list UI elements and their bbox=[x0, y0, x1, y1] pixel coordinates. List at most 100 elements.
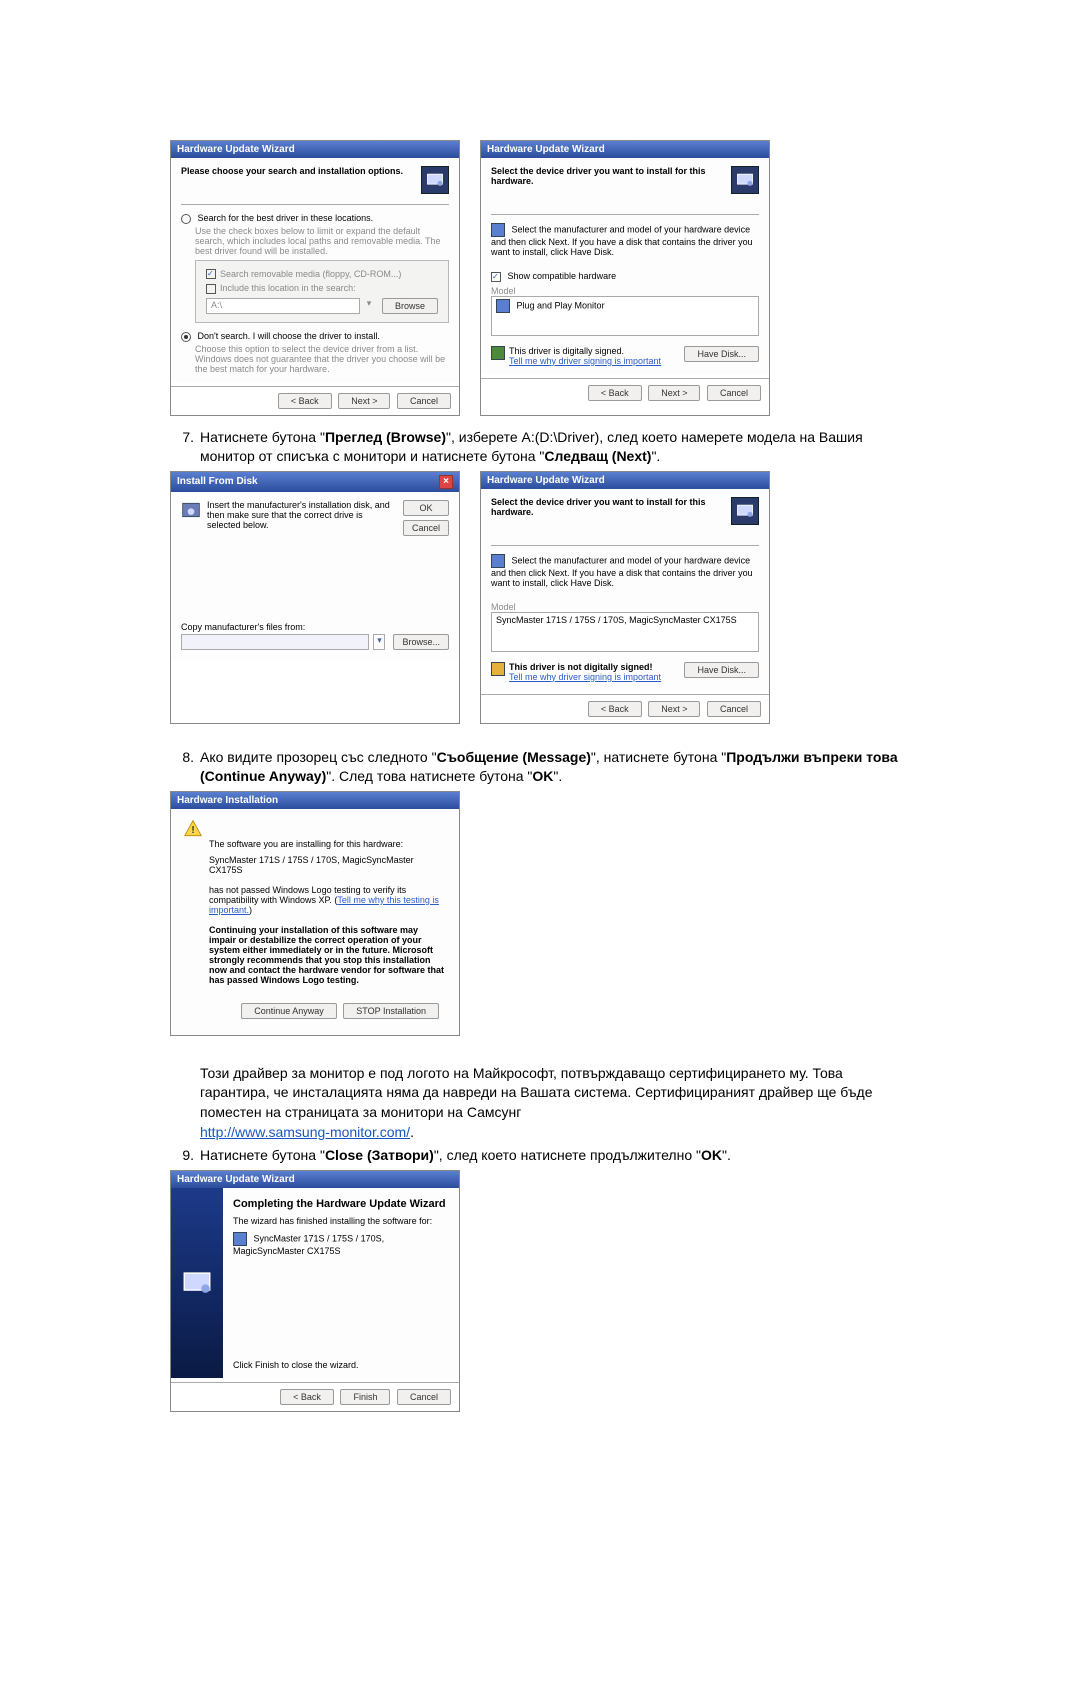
svg-text:!: ! bbox=[191, 825, 194, 836]
dialog-body: Insert the manufacturer's installation d… bbox=[171, 492, 459, 660]
radio-dont-search[interactable] bbox=[181, 332, 191, 342]
chk-compatible-label: Show compatible hardware bbox=[508, 271, 617, 281]
dialog-row-1: Hardware Update Wizard Please choose you… bbox=[170, 140, 910, 416]
list-item[interactable]: SyncMaster 171S / 175S / 170S, MagicSync… bbox=[496, 615, 737, 625]
dialog-body: Select the device driver you want to ins… bbox=[481, 158, 769, 374]
next-button[interactable]: Next > bbox=[648, 385, 700, 401]
continue-anyway-button[interactable]: Continue Anyway bbox=[241, 1003, 337, 1019]
ok-button[interactable]: OK bbox=[403, 500, 449, 516]
chk-compatible[interactable] bbox=[491, 272, 501, 282]
dropdown-icon[interactable]: ▾ bbox=[373, 634, 385, 650]
button-row: < Back Next > Cancel bbox=[171, 387, 459, 415]
button-row: < Back Next > Cancel bbox=[481, 695, 769, 723]
warning-icon: ! bbox=[183, 819, 203, 839]
radio2-desc: Choose this option to select the device … bbox=[195, 344, 449, 374]
prompt: Please choose your search and installati… bbox=[181, 166, 449, 176]
step-number: 7. bbox=[170, 428, 194, 467]
cancel-button[interactable]: Cancel bbox=[403, 520, 449, 536]
model-list[interactable]: Plug and Play Monitor bbox=[491, 296, 759, 336]
dialog-hardware-installation: Hardware Installation ! The software you… bbox=[170, 791, 460, 1036]
step-number: 8. bbox=[170, 748, 194, 787]
back-button[interactable]: < Back bbox=[588, 701, 642, 717]
monitor-icon bbox=[491, 223, 505, 237]
chk-removable-label: Search removable media (floppy, CD-ROM..… bbox=[220, 269, 401, 279]
title-text: Hardware Update Wizard bbox=[487, 144, 605, 155]
location-field: A:\ bbox=[206, 298, 360, 314]
cancel-button[interactable]: Cancel bbox=[707, 385, 761, 401]
dialog-body: Select the device driver you want to ins… bbox=[481, 489, 769, 690]
monitor-icon bbox=[496, 299, 510, 313]
dialog-search-options: Hardware Update Wizard Please choose you… bbox=[170, 140, 460, 416]
title-text: Hardware Update Wizard bbox=[487, 475, 605, 486]
monitor-icon bbox=[491, 554, 505, 568]
monitor-icon bbox=[233, 1232, 247, 1246]
l2: SyncMaster 171S / 175S / 170S, MagicSync… bbox=[233, 1233, 384, 1256]
hardware-icon bbox=[731, 497, 759, 525]
signing-link[interactable]: Tell me why driver signing is important bbox=[509, 356, 680, 366]
chk-removable bbox=[206, 269, 216, 279]
desc: Insert the manufacturer's installation d… bbox=[207, 500, 393, 530]
dialog-completing-wizard: Hardware Update Wizard Completing the Ha… bbox=[170, 1170, 460, 1412]
signed-text: This driver is digitally signed. bbox=[509, 346, 680, 356]
have-disk-button[interactable]: Have Disk... bbox=[684, 346, 759, 362]
wizard-side-graphic bbox=[171, 1188, 223, 1378]
shield-warn-icon bbox=[491, 662, 505, 676]
hardware-icon bbox=[731, 166, 759, 194]
l4: Continuing your installation of this sof… bbox=[209, 925, 447, 985]
model-header: Model bbox=[491, 286, 759, 296]
radio1-desc: Use the check boxes below to limit or ex… bbox=[195, 226, 449, 256]
radio-search-best-label: Search for the best driver in these loca… bbox=[198, 213, 374, 223]
back-button: < Back bbox=[280, 1389, 334, 1405]
titlebar: Install From Disk × bbox=[171, 472, 459, 492]
step-8: 8. Ако видите прозорец със следното "Съо… bbox=[170, 748, 910, 787]
have-disk-button[interactable]: Have Disk... bbox=[684, 662, 759, 678]
dialog-select-driver-2: Hardware Update Wizard Select the device… bbox=[480, 471, 770, 724]
cert-paragraph: Този драйвер за монитор е под логото на … bbox=[200, 1064, 910, 1142]
back-button[interactable]: < Back bbox=[588, 385, 642, 401]
step-number: 9. bbox=[170, 1146, 194, 1166]
next-button[interactable]: Next > bbox=[648, 701, 700, 717]
model-list[interactable]: SyncMaster 171S / 175S / 170S, MagicSync… bbox=[491, 612, 759, 652]
button-row: < Back Finish Cancel bbox=[171, 1383, 459, 1411]
titlebar: Hardware Update Wizard bbox=[171, 1171, 459, 1188]
dialog-row-2: Install From Disk × Insert the manufactu… bbox=[170, 471, 910, 724]
cancel-button[interactable]: Cancel bbox=[707, 701, 761, 717]
floppy-icon bbox=[181, 500, 201, 520]
signing-link[interactable]: Tell me why driver signing is important bbox=[509, 672, 680, 682]
title-text: Hardware Update Wizard bbox=[177, 144, 295, 155]
dialog-body: Please choose your search and installati… bbox=[171, 158, 459, 382]
path-field[interactable] bbox=[181, 634, 369, 650]
notsigned-text: This driver is not digitally signed! bbox=[509, 662, 680, 672]
list-item[interactable]: Plug and Play Monitor bbox=[517, 300, 605, 310]
dialog-install-from-disk: Install From Disk × Insert the manufactu… bbox=[170, 471, 460, 724]
dialog-select-driver-1: Hardware Update Wizard Select the device… bbox=[480, 140, 770, 416]
samsung-monitor-link[interactable]: http://www.samsung-monitor.com/ bbox=[200, 1124, 410, 1140]
l2: SyncMaster 171S / 175S / 170S, MagicSync… bbox=[209, 855, 447, 875]
cancel-button: Cancel bbox=[397, 1389, 451, 1405]
radio-search-best[interactable] bbox=[181, 214, 191, 224]
head: Completing the Hardware Update Wizard bbox=[233, 1198, 449, 1210]
browse-button-disabled: Browse bbox=[382, 298, 438, 314]
desc: Select the manufacturer and model of you… bbox=[491, 555, 753, 588]
chk-include-location bbox=[206, 284, 216, 294]
model-header: Model bbox=[491, 602, 759, 612]
stop-installation-button[interactable]: STOP Installation bbox=[343, 1003, 439, 1019]
copy-label: Copy manufacturer's files from: bbox=[181, 622, 449, 632]
close-icon[interactable]: × bbox=[439, 475, 453, 489]
chk-include-location-label: Include this location in the search: bbox=[220, 283, 356, 293]
cancel-button[interactable]: Cancel bbox=[397, 393, 451, 409]
browse-button[interactable]: Browse... bbox=[393, 634, 449, 650]
step-9: 9. Натиснете бутона "Close (Затвори)", с… bbox=[170, 1146, 910, 1166]
finish-button[interactable]: Finish bbox=[340, 1389, 390, 1405]
back-button[interactable]: < Back bbox=[278, 393, 332, 409]
l3b: ) bbox=[249, 905, 252, 915]
shield-ok-icon bbox=[491, 346, 505, 360]
prompt: Select the device driver you want to ins… bbox=[491, 166, 759, 186]
next-button[interactable]: Next > bbox=[338, 393, 390, 409]
button-row: < Back Next > Cancel bbox=[481, 379, 769, 407]
titlebar: Hardware Update Wizard bbox=[171, 141, 459, 158]
title-text: Install From Disk bbox=[177, 476, 258, 487]
hardware-icon bbox=[421, 166, 449, 194]
titlebar: Hardware Update Wizard bbox=[481, 472, 769, 489]
radio-dont-search-label: Don't search. I will choose the driver t… bbox=[198, 331, 380, 341]
